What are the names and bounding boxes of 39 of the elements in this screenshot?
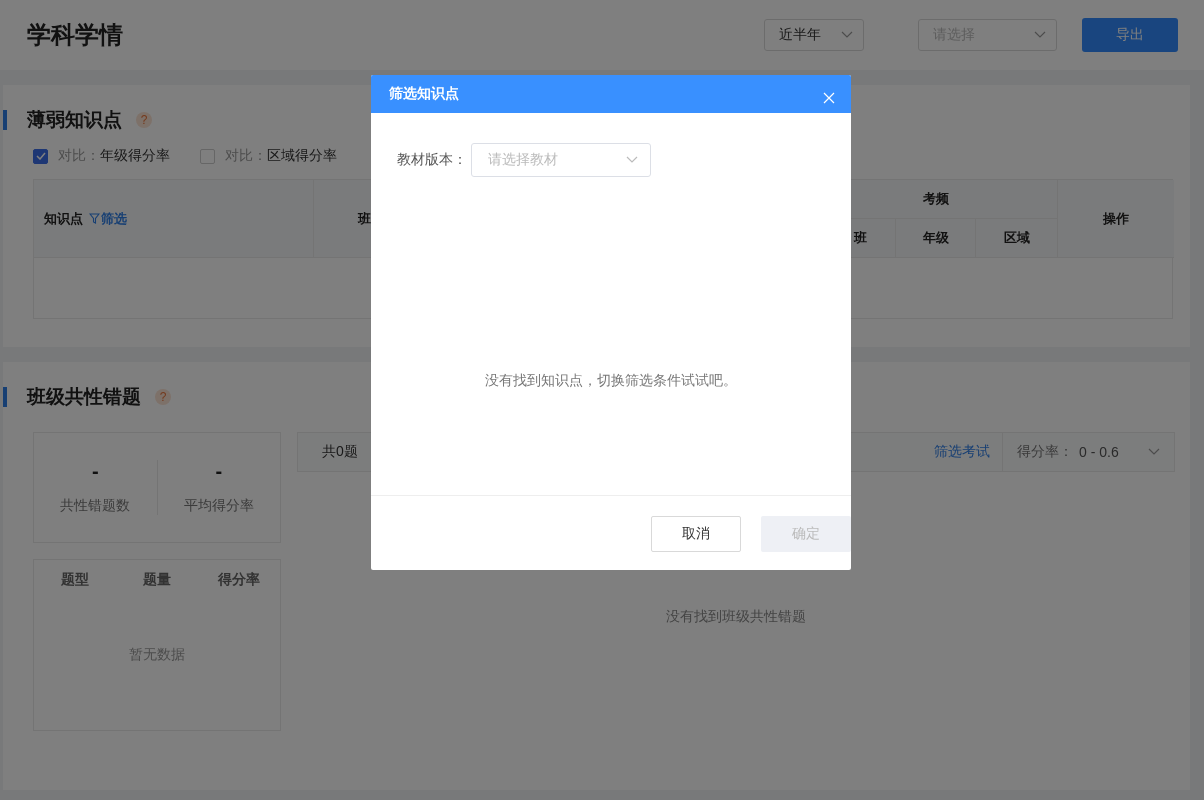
section-marker <box>3 110 7 130</box>
table-header-cell: 操作 <box>1058 180 1174 258</box>
column-header: 题型 <box>60 571 90 589</box>
stat-label: 平均得分率 <box>183 497 254 515</box>
chevron-icon <box>1034 31 1046 39</box>
option-label: 年级得分率 <box>100 147 170 165</box>
chevron-icon <box>1148 448 1160 456</box>
filter-link[interactable]: 筛选 <box>89 209 127 228</box>
checkbox[interactable] <box>200 148 215 164</box>
empty-text: 没有找到知识点，切换筛选条件试试吧。 <box>485 372 737 390</box>
section-marker <box>3 387 7 407</box>
close-icon[interactable] <box>823 92 835 104</box>
textbook-select[interactable]: 请选择教材 <box>471 143 651 177</box>
table-header-cell: 区域 <box>976 219 1058 258</box>
filter-exam-link[interactable]: 筛选考试 <box>934 443 1002 461</box>
export-button[interactable]: 导出 <box>1082 18 1178 52</box>
chevron-icon <box>841 31 853 39</box>
dialog-title: 筛选知识点 <box>389 85 459 103</box>
cancel-button[interactable]: 取消 <box>651 516 741 552</box>
help-icon[interactable]: ? <box>136 112 152 128</box>
column-header: 题量 <box>142 571 172 589</box>
column-label: 知识点 <box>44 209 83 228</box>
option-label: 区域得分率 <box>267 147 337 165</box>
chevron-icon <box>626 156 638 164</box>
section-title: 班级共性错题 <box>27 385 141 409</box>
checkbox[interactable] <box>33 148 48 164</box>
page-title: 学科学情 <box>27 20 123 50</box>
table-header-cell: 年级 <box>896 219 976 258</box>
filter-icon <box>89 213 100 224</box>
stat-label: 共性错题数 <box>60 497 131 515</box>
section-title: 薄弱知识点 <box>27 108 122 132</box>
help-icon[interactable]: ? <box>155 389 171 405</box>
stat-value: - <box>215 460 223 483</box>
period-select[interactable]: 近半年 <box>764 19 864 51</box>
field-label: 教材版本： <box>397 151 467 169</box>
score-select[interactable]: 得分率： 0 - 0.6 <box>1002 433 1174 471</box>
stat-value: - <box>91 460 99 483</box>
question-count: 共0题 <box>322 443 358 461</box>
column-header: 得分率 <box>217 571 261 589</box>
